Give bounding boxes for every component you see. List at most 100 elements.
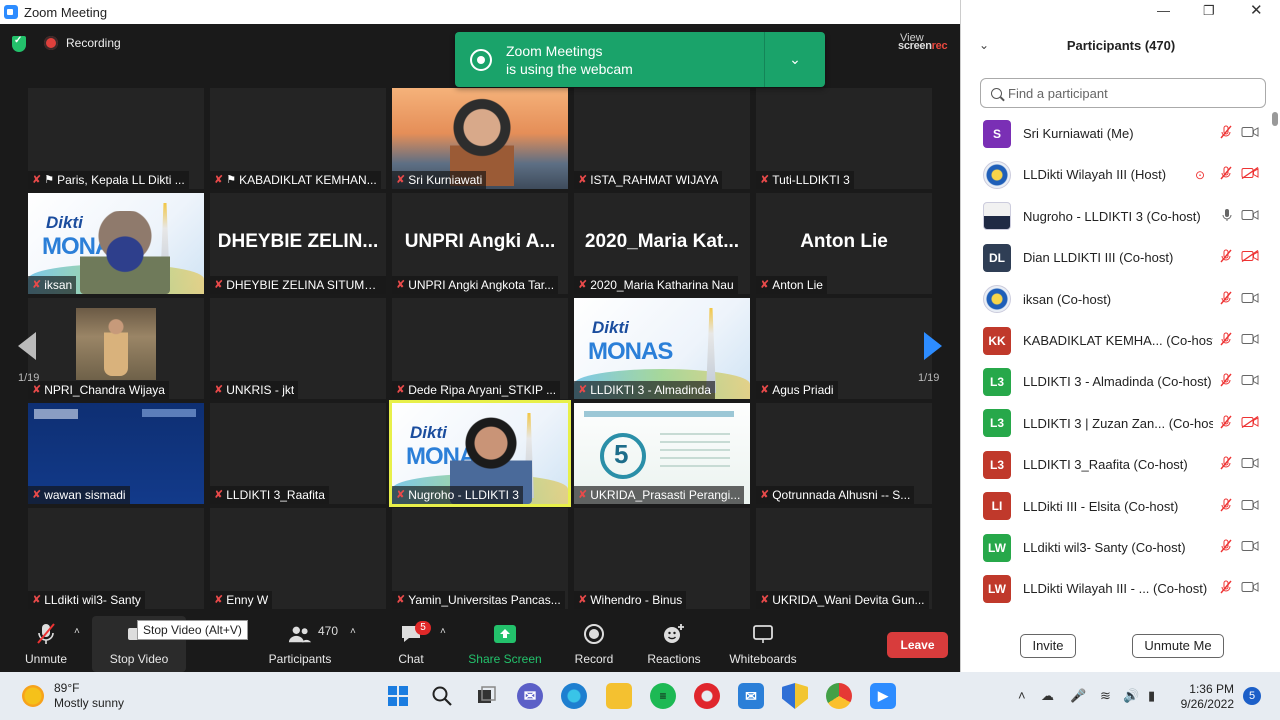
chat-options-caret-icon[interactable]: ˄ [440, 626, 446, 637]
microphone-muted-icon[interactable] [1219, 332, 1233, 349]
video-tile[interactable]: DiktiMONAS✘iksan [28, 193, 204, 294]
video-camera-off-icon[interactable] [1241, 415, 1259, 431]
participant-row[interactable]: DL Dian LLDIKTI III (Co-host) [961, 237, 1271, 278]
onedrive-cloud-icon[interactable]: ☁ [1041, 688, 1054, 704]
video-camera-icon[interactable] [1241, 292, 1259, 307]
video-tile[interactable]: ✘ NPRI_Chandra Wijaya [28, 298, 204, 399]
edge-browser-icon[interactable] [561, 683, 587, 709]
video-tile[interactable]: ✘ ISTA_RAHMAT WIJAYA [574, 88, 750, 189]
video-tile[interactable]: Anton Lie ✘ Anton Lie [756, 193, 932, 294]
video-tile[interactable]: Dikti MONAS ✘ Nugroho - LLDIKTI 3 [389, 400, 571, 507]
microphone-muted-icon[interactable] [1219, 373, 1233, 390]
participant-row[interactable]: iksan (Co-host) [961, 279, 1271, 320]
microphone-muted-icon[interactable] [1219, 580, 1233, 597]
participant-row[interactable]: Nugroho - LLDIKTI 3 (Co-host) [961, 196, 1271, 237]
video-camera-icon[interactable] [1241, 540, 1259, 555]
invite-button[interactable]: Invite [1020, 634, 1076, 658]
participant-row[interactable]: LW LLDikti Wilayah III - ... (Co-host) [961, 568, 1271, 609]
next-page-arrow-icon[interactable] [924, 332, 942, 360]
video-tile[interactable]: ✘ Sri Kurniawati [392, 88, 568, 189]
participant-row[interactable]: S Sri Kurniawati (Me) [961, 113, 1271, 154]
whiteboards-button[interactable]: Whiteboards [724, 616, 802, 672]
security-shield-icon[interactable] [782, 683, 808, 709]
participants-options-caret-icon[interactable]: ˄ [350, 626, 356, 637]
video-tile[interactable]: DHEYBIE ZELIN... ✘ DHEYBIE ZELINA SITUMO..… [210, 193, 386, 294]
wifi-icon[interactable]: ≋ [1100, 688, 1111, 704]
participant-row[interactable]: L3 LLDIKTI 3 - Almadinda (Co-host) [961, 361, 1271, 402]
participant-row[interactable]: LW LLdikti wil3- Santy (Co-host) [961, 527, 1271, 568]
reactions-button[interactable]: Reactions [644, 616, 704, 672]
chevron-down-icon[interactable]: ⌄ [765, 51, 825, 68]
video-tile[interactable]: UNPRI Angki A... ✘ UNPRI Angki Angkota Tar… [392, 193, 568, 294]
scrollbar-thumb[interactable] [1272, 112, 1278, 126]
participant-row[interactable]: L3 LLDIKTI 3 | Zuzan Zan... (Co-host) [961, 403, 1271, 444]
video-camera-icon[interactable] [1241, 374, 1259, 389]
video-camera-off-icon[interactable] [1241, 167, 1259, 182]
notification-badge[interactable]: 5 [1243, 687, 1261, 705]
video-tile[interactable]: ✘ LLdikti wil3- Santy [28, 508, 204, 609]
microphone-tray-icon[interactable]: 🎤 [1070, 688, 1086, 704]
video-camera-icon[interactable] [1241, 333, 1259, 348]
video-tile[interactable]: ✘ Wihendro - Binus [574, 508, 750, 609]
microphone-muted-icon[interactable] [1219, 249, 1233, 266]
video-tile[interactable]: ✘ UKRIDA_Wani Devita Gun... [756, 508, 932, 609]
weather-widget[interactable]: 89°F Mostly sunny [22, 681, 124, 711]
microphone-muted-icon[interactable] [1219, 415, 1233, 432]
video-tile[interactable]: ✘ UNKRIS - jkt [210, 298, 386, 399]
video-tile[interactable]: ✘ Enny W [210, 508, 386, 609]
video-tile[interactable]: ✘ wawan sismadi [28, 403, 204, 504]
video-tile[interactable]: ✘ LLDIKTI 3_Raafita [210, 403, 386, 504]
video-camera-icon[interactable] [1241, 581, 1259, 596]
video-camera-icon[interactable] [1241, 126, 1259, 141]
microphone-muted-icon[interactable] [1219, 125, 1233, 142]
video-tile[interactable]: ✘ Qotrunnada Alhusni -- S... [756, 403, 932, 504]
share-screen-button[interactable]: Share Screen [466, 616, 544, 672]
audio-options-caret-icon[interactable]: ˄ [74, 626, 80, 637]
unmute-me-button[interactable]: Unmute Me [1132, 634, 1224, 658]
zoom-taskbar-icon[interactable]: ▶ [870, 683, 896, 709]
microphone-muted-icon[interactable] [1219, 166, 1233, 183]
video-tile[interactable]: 2020_Maria Kat... ✘ 2020_Maria Katharina N… [574, 193, 750, 294]
battery-icon[interactable]: ▮ [1148, 688, 1155, 704]
video-camera-icon[interactable] [1241, 457, 1259, 472]
restore-icon[interactable]: ❐ [1203, 3, 1215, 19]
participant-row[interactable]: LLDikti Wilayah III (Host) ⊙ [961, 154, 1271, 195]
spotify-icon[interactable]: ≡ [650, 683, 676, 709]
webcam-notification[interactable]: Zoom Meetings is using the webcam ⌄ [455, 32, 825, 87]
search-taskbar-icon[interactable] [429, 683, 455, 709]
video-tile[interactable]: 5 ✘ UKRIDA_Prasasti Perangi... [574, 403, 750, 504]
chat-app-icon[interactable]: ✉ [517, 683, 543, 709]
show-hidden-icons-chevron-icon[interactable]: ˄ [1018, 688, 1026, 703]
microphone-muted-icon[interactable] [1219, 498, 1233, 515]
system-clock[interactable]: 1:36 PM 9/26/2022 [1178, 682, 1234, 712]
task-view-icon[interactable] [473, 683, 499, 709]
recording-indicator[interactable]: Recording [44, 36, 121, 50]
microphone-muted-icon[interactable] [1219, 291, 1233, 308]
video-tile[interactable]: ✘ Yamin_Universitas Pancas... [392, 508, 568, 609]
video-tile[interactable]: ✘ Agus Priadi [756, 298, 932, 399]
file-explorer-icon[interactable] [606, 683, 632, 709]
participant-row[interactable]: LI LLDikti III - Elsita (Co-host) [961, 486, 1271, 527]
microphone-muted-icon[interactable] [1219, 539, 1233, 556]
microphone-icon[interactable] [1221, 208, 1233, 225]
participant-search-input[interactable] [1008, 85, 1248, 101]
microphone-muted-icon[interactable] [1219, 456, 1233, 473]
participant-row[interactable]: KK KABADIKLAT KEMHA... (Co-host) [961, 320, 1271, 361]
video-tile[interactable]: ✘ Dede Ripa Aryani_STKIP ... [392, 298, 568, 399]
video-tile[interactable]: ✘ ⚑ Paris, Kepala LL Dikti ... [28, 88, 204, 189]
minimize-icon[interactable]: — [1157, 3, 1170, 18]
participant-row[interactable]: L3 LLDIKTI 3_Raafita (Co-host) [961, 444, 1271, 485]
encryption-shield-icon[interactable] [12, 35, 26, 52]
opera-browser-icon[interactable] [694, 683, 720, 709]
video-tile[interactable]: ✘ ⚑ KABADIKLAT KEMHAN... [210, 88, 386, 189]
record-button[interactable]: Record [568, 616, 620, 672]
video-tile[interactable]: Dikti MONAS ✘ LLDIKTI 3 - Almadinda [574, 298, 750, 399]
windows-start-icon[interactable] [385, 683, 411, 709]
participant-list-scrollbar[interactable] [1272, 112, 1278, 616]
close-icon[interactable]: ✕ [1250, 1, 1263, 19]
video-tile[interactable]: ✘ Tuti-LLDIKTI 3 [756, 88, 932, 189]
participant-search[interactable] [980, 78, 1266, 108]
video-camera-icon[interactable] [1241, 499, 1259, 514]
mail-icon[interactable]: ✉ [738, 683, 764, 709]
unmute-button[interactable]: Unmute [18, 616, 74, 672]
